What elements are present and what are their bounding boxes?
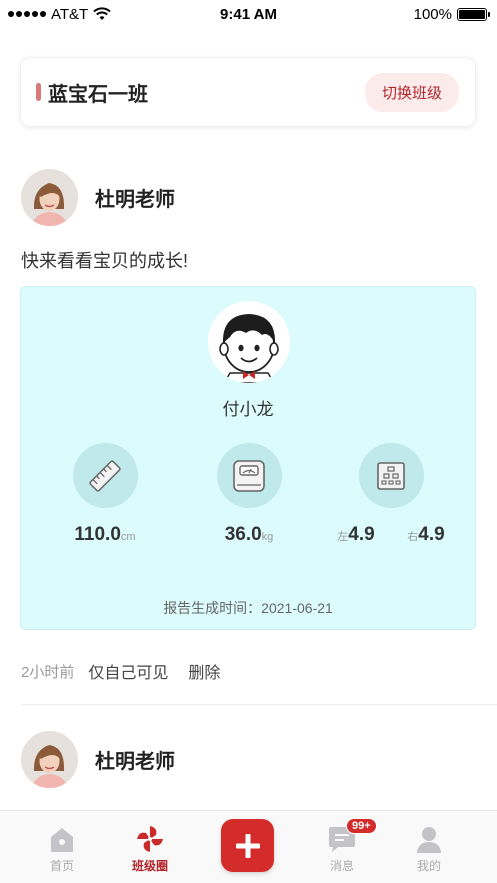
height-metric: 110.0cm: [35, 443, 175, 546]
child-avatar: [208, 301, 290, 383]
class-accent-bar: [36, 83, 41, 101]
teacher-avatar[interactable]: [21, 731, 78, 788]
wifi-icon: [93, 7, 111, 20]
battery-fill: [459, 9, 485, 19]
eye-chart-icon-wrap: [358, 443, 424, 508]
battery-percent: 100%: [413, 5, 452, 23]
post-header: 杜明老师: [21, 169, 175, 226]
vision-right-value: 4.9: [418, 524, 445, 545]
weight-value-row: 36.0kg: [179, 524, 319, 546]
message-icon: 99+: [326, 818, 377, 855]
weight-value: 36.0: [224, 524, 262, 545]
pinwheel-icon: [134, 823, 166, 855]
vision-metric: 左4.9 右4.9: [321, 443, 461, 546]
vision-left-value: 4.9: [348, 524, 375, 545]
status-right: 100%: [413, 5, 490, 23]
tab-class-circle[interactable]: 班级圈: [110, 811, 190, 874]
tab-mine[interactable]: 我的: [389, 811, 469, 874]
post-header: 杜明老师: [21, 731, 175, 788]
post-meta: 2小时前 仅自己可见 删除: [21, 659, 220, 683]
user-icon: [413, 823, 445, 855]
teacher-name[interactable]: 杜明老师: [95, 745, 175, 774]
ruler-icon-wrap: [72, 443, 138, 508]
tab-messages-label: 消息: [329, 859, 354, 873]
tab-mine-label: 我的: [416, 859, 441, 873]
signal-icon: [8, 11, 46, 17]
teacher-avatar[interactable]: [21, 169, 78, 226]
plus-icon: [235, 833, 260, 858]
weight-unit: kg: [261, 531, 274, 543]
weight-metric: 36.0kg: [179, 443, 319, 546]
message-badge: 99+: [346, 818, 377, 834]
teacher-name[interactable]: 杜明老师: [95, 183, 175, 212]
eye-chart-icon: [377, 461, 405, 490]
add-post-button[interactable]: [221, 819, 274, 872]
teacher-avatar-image: [21, 169, 78, 226]
scale-icon: [233, 459, 265, 492]
switch-class-button[interactable]: 切换班级: [364, 72, 459, 112]
class-header-card: 蓝宝石一班 切换班级: [20, 57, 476, 127]
visibility-button[interactable]: 仅自己可见: [88, 659, 168, 683]
height-unit: cm: [120, 531, 136, 543]
home-icon: [46, 823, 78, 855]
vision-right-label: 右: [407, 531, 419, 543]
status-bar: AT&T 9:41 AM 100%: [0, 0, 497, 28]
ruler-icon: [89, 459, 121, 492]
class-title-wrap: 蓝宝石一班: [36, 78, 148, 107]
post-text: 快来看看宝贝的成长!: [21, 251, 189, 271]
child-name: 付小龙: [222, 400, 274, 419]
post-time: 2小时前: [21, 663, 75, 681]
tab-home[interactable]: 首页: [22, 811, 102, 874]
tab-class-circle-label: 班级圈: [131, 859, 168, 873]
post-divider: [21, 704, 497, 705]
delete-button[interactable]: 删除: [188, 659, 220, 683]
growth-report-card[interactable]: 付小龙 110.0cm 36.0kg 左4.9 右4.9 报告生成时间：2021…: [20, 286, 476, 630]
status-left: AT&T: [8, 6, 111, 23]
battery-icon: [457, 7, 490, 21]
tab-messages[interactable]: 99+ 消息: [302, 811, 382, 874]
scale-icon-wrap: [216, 443, 282, 508]
tab-home-label: 首页: [49, 859, 74, 873]
class-title: 蓝宝石一班: [48, 83, 148, 106]
height-value: 110.0: [74, 524, 121, 545]
vision-left-label: 左: [337, 531, 349, 543]
tab-bar: 首页 班级圈 99+ 消息 我的: [0, 810, 497, 883]
height-value-row: 110.0cm: [35, 524, 175, 546]
vision-value-row: 左4.9 右4.9: [321, 524, 461, 546]
carrier-label: AT&T: [51, 5, 89, 23]
child-avatar-image: [208, 301, 290, 383]
report-generated-time: 报告生成时间：2021-06-21: [163, 600, 333, 616]
teacher-avatar-image: [21, 731, 78, 788]
